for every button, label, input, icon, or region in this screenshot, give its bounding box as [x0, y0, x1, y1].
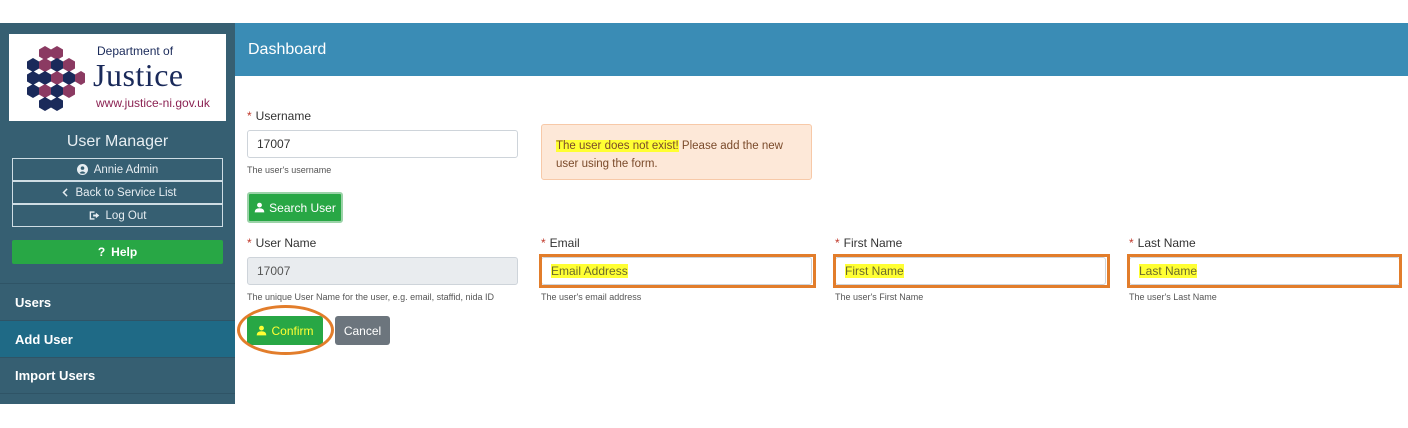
nav-item-users[interactable]: Users	[0, 283, 235, 320]
username-input[interactable]: 17007	[247, 130, 518, 158]
current-user-label: Annie Admin	[93, 163, 159, 176]
user-icon	[254, 202, 265, 213]
logo-url-text: www.justice-ni.gov.uk	[96, 96, 210, 110]
search-user-button[interactable]: Search User	[247, 192, 343, 223]
last-name-label-text: Last Name	[1137, 236, 1196, 250]
question-icon: ?	[97, 245, 106, 259]
app-window: Department of Justice www.justice-ni.gov…	[0, 23, 1408, 404]
app-title: User Manager	[66, 133, 169, 150]
help-label: Help	[111, 245, 138, 259]
nav-item-import-users[interactable]: Import Users	[0, 357, 235, 394]
log-out-label: Log Out	[105, 209, 147, 222]
user-not-found-alert: The user does not exist! Please add the …	[541, 124, 812, 180]
nav-item-label: Import Users	[15, 368, 96, 383]
confirm-annotation-oval	[237, 305, 334, 355]
hexagon-logo-icon	[27, 46, 85, 111]
user-name-hint: The unique User Name for the user, e.g. …	[247, 292, 494, 302]
username-label-text: Username	[255, 109, 312, 123]
user-name-value: 17007	[257, 264, 291, 278]
last-name-label: * Last Name	[1129, 236, 1196, 250]
first-name-label-text: First Name	[843, 236, 903, 250]
username-label: * Username	[247, 109, 311, 123]
email-annotation-box	[539, 254, 816, 288]
email-hint: The user's email address	[541, 292, 642, 302]
search-user-label: Search User	[269, 200, 336, 215]
user-name-input[interactable]: 17007	[247, 257, 518, 285]
required-marker: *	[835, 236, 840, 250]
required-marker: *	[1129, 236, 1134, 250]
back-to-service-list-button[interactable]: Back to Service List	[12, 181, 223, 204]
user-circle-icon	[76, 164, 88, 175]
log-out-button[interactable]: Log Out	[12, 204, 223, 227]
chevron-left-icon	[61, 188, 68, 197]
cancel-button[interactable]: Cancel	[335, 316, 390, 345]
doj-logo: Department of Justice www.justice-ni.gov…	[9, 34, 226, 121]
help-button[interactable]: ? Help	[12, 240, 223, 264]
page-title: Dashboard	[248, 40, 327, 58]
back-to-service-list-label: Back to Service List	[75, 186, 177, 199]
cancel-label: Cancel	[343, 323, 382, 338]
first-name-hint: The user's First Name	[835, 292, 924, 302]
logo-department-text: Department of	[97, 44, 174, 58]
first-name-label: * First Name	[835, 236, 902, 250]
logo-justice-text: Justice	[93, 57, 184, 93]
page-header: Dashboard	[235, 23, 1408, 76]
last-name-annotation-box	[1127, 254, 1402, 288]
required-marker: *	[247, 109, 252, 123]
username-hint: The user's username	[247, 165, 332, 175]
sidebar: Department of Justice www.justice-ni.gov…	[0, 23, 235, 404]
nav-item-add-user[interactable]: Add User	[0, 320, 235, 357]
main-content: Dashboard * Username 17007 The user's use…	[235, 23, 1408, 404]
last-name-hint: The user's Last Name	[1129, 292, 1217, 302]
nav-item-label: Users	[15, 294, 52, 310]
email-label-text: Email	[549, 236, 580, 250]
current-user-button[interactable]: Annie Admin	[12, 158, 223, 181]
username-value: 17007	[257, 137, 291, 151]
sign-out-icon	[89, 211, 99, 220]
first-name-annotation-box	[833, 254, 1110, 288]
user-name-label: * User Name	[247, 236, 316, 250]
user-name-label-text: User Name	[255, 236, 317, 250]
required-marker: *	[541, 236, 546, 250]
required-marker: *	[247, 236, 252, 250]
email-label: * Email	[541, 236, 580, 250]
nav-item-label: Add User	[15, 331, 73, 347]
alert-highlight-text: The user does not exist!	[556, 140, 679, 152]
